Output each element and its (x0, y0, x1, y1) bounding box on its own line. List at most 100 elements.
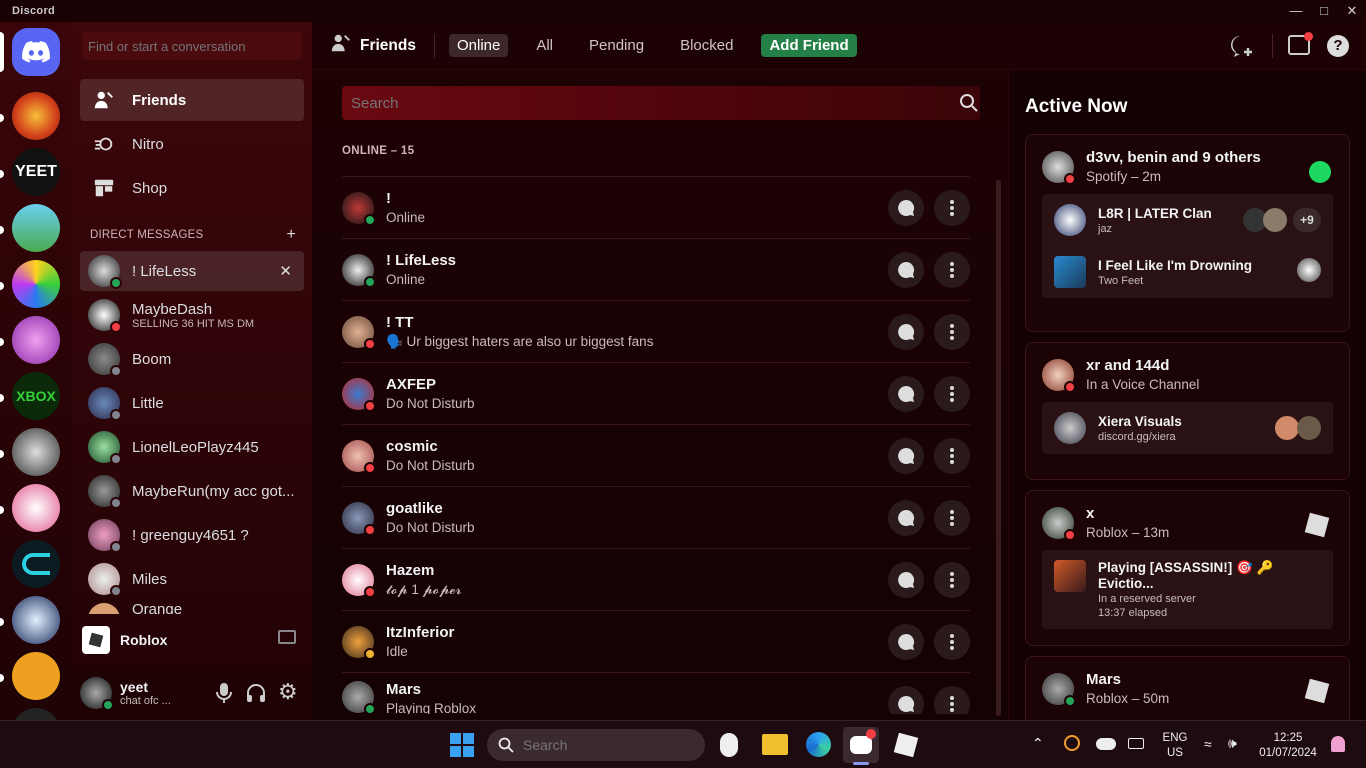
activity-card[interactable]: d3vv, benin and 9 others Spotify – 2m L8… (1025, 134, 1350, 332)
activity-row[interactable]: Xiera Visuals discord.gg/xiera (1042, 402, 1333, 454)
activity-row[interactable]: Playing [ASSASSIN!] 🎯 🔑 Evictio... In a … (1042, 550, 1333, 629)
friend-row[interactable]: ! Online (342, 176, 970, 238)
dm-item[interactable]: Miles (80, 559, 304, 599)
chevron-up-icon[interactable]: ⌃ (1032, 735, 1044, 752)
wifi-icon[interactable]: ≈ (1204, 736, 1212, 752)
friend-row[interactable]: ItzInferior Idle (342, 610, 970, 672)
scrollbar[interactable] (996, 180, 1001, 716)
message-button[interactable] (888, 686, 924, 714)
notification-bell-icon[interactable] (1331, 736, 1345, 752)
home-button[interactable] (12, 28, 60, 76)
stream-icon[interactable] (278, 630, 296, 644)
more-options-button[interactable] (934, 686, 970, 714)
activity-card[interactable]: xr and 144d In a Voice Channel Xiera Vis… (1025, 342, 1350, 480)
dm-item[interactable]: MaybeRun(my acc got... (80, 471, 304, 511)
message-button[interactable] (888, 562, 924, 598)
close-dm-icon[interactable]: ✕ (279, 262, 292, 280)
windows-start-icon[interactable] (450, 733, 474, 757)
nav-nitro[interactable]: Nitro (80, 123, 304, 165)
microphone-icon[interactable] (216, 683, 232, 708)
nav-friends[interactable]: Friends (80, 79, 304, 121)
friend-row[interactable]: AXFEP Do Not Disturb (342, 362, 970, 424)
minimize-icon[interactable]: — (1282, 2, 1310, 20)
discord-taskbar-icon[interactable] (843, 727, 879, 763)
message-button[interactable] (888, 252, 924, 288)
friend-name: Mars (386, 681, 422, 698)
tab-all[interactable]: All (528, 34, 561, 57)
dm-item[interactable]: LionelLeoPlayz445 (80, 427, 304, 467)
more-options-button[interactable] (934, 438, 970, 474)
help-icon[interactable]: ? (1327, 35, 1349, 57)
friend-row[interactable]: ! LifeLess Online (342, 238, 970, 300)
headphones-icon[interactable] (246, 683, 266, 708)
add-friend-button[interactable]: Add Friend (761, 34, 857, 57)
server-icon[interactable] (12, 596, 60, 644)
activity-card[interactable]: x Roblox – 13m Playing [ASSASSIN!] 🎯 🔑 E… (1025, 490, 1350, 646)
activity-row[interactable]: L8R | LATER Clan jaz +9 (1042, 194, 1333, 246)
cloud-icon[interactable] (1096, 738, 1116, 750)
more-options-button[interactable] (934, 314, 970, 350)
dm-item[interactable]: ! LifeLess ✕ (80, 251, 304, 291)
volume-icon[interactable]: 🕪 (1228, 735, 1237, 752)
more-options-button[interactable] (934, 500, 970, 536)
server-icon[interactable] (12, 204, 60, 252)
add-dm-icon[interactable]: + (286, 227, 296, 243)
friend-row[interactable]: ! TT 🗣️ Ur biggest haters are also ur big… (342, 300, 970, 362)
more-options-button[interactable] (934, 562, 970, 598)
find-conversation-input[interactable] (82, 32, 302, 60)
friend-row[interactable]: goatlike Do Not Disturb (342, 486, 970, 548)
keyboard-icon[interactable] (1128, 738, 1144, 749)
server-icon[interactable] (12, 260, 60, 308)
maximize-icon[interactable]: □ (1310, 2, 1338, 20)
more-options-button[interactable] (934, 624, 970, 660)
file-explorer-icon[interactable] (762, 734, 788, 755)
close-window-icon[interactable]: ✕ (1338, 2, 1366, 20)
more-options-button[interactable] (934, 376, 970, 412)
nav-shop[interactable]: Shop (80, 167, 304, 209)
server-icon[interactable] (12, 652, 60, 700)
activity-card[interactable]: Mars Roblox – 50m (1025, 656, 1350, 720)
edge-icon[interactable] (806, 732, 831, 757)
app-title: Discord (12, 5, 56, 17)
server-icon[interactable] (12, 540, 60, 588)
tab-pending[interactable]: Pending (581, 34, 652, 57)
message-button[interactable] (888, 190, 924, 226)
dm-item[interactable]: ! greenguy4651 ? (80, 515, 304, 555)
server-icon[interactable] (12, 708, 60, 720)
message-button[interactable] (888, 438, 924, 474)
sync-icon[interactable] (1064, 735, 1080, 751)
avatar (342, 253, 376, 288)
tab-blocked[interactable]: Blocked (672, 34, 741, 57)
server-icon[interactable] (12, 92, 60, 140)
settings-gear-icon[interactable]: ⚙ (278, 681, 298, 703)
activity-row[interactable]: I Feel Like I'm Drowning Two Feet (1042, 246, 1333, 298)
friends-search-input[interactable] (342, 86, 980, 120)
tab-online[interactable]: Online (448, 34, 509, 57)
dm-item[interactable]: MaybeDash SELLING 36 HIT MS DM (80, 295, 304, 335)
inbox-icon[interactable] (1288, 32, 1313, 55)
mouse-app-icon[interactable] (720, 733, 738, 757)
language-indicator[interactable]: ENG US (1158, 731, 1192, 761)
friend-row[interactable]: Hazem 𝓽𝓸𝓹 1 𝓹𝓸𝓹𝓮𝓻 (342, 548, 970, 610)
taskbar-search-input[interactable] (487, 729, 705, 761)
nav-label: Friends (132, 91, 187, 109)
roblox-taskbar-icon[interactable] (893, 732, 919, 758)
message-button[interactable] (888, 500, 924, 536)
dm-item[interactable]: Boom (80, 339, 304, 379)
more-options-button[interactable] (934, 252, 970, 288)
message-button[interactable] (888, 376, 924, 412)
friend-row[interactable]: cosmic Do Not Disturb (342, 424, 970, 486)
clock[interactable]: 12:25 01/07/2024 (1256, 731, 1320, 761)
server-icon[interactable] (12, 316, 60, 364)
friend-row[interactable]: Mars Playing Roblox (342, 672, 970, 714)
server-icon[interactable] (12, 484, 60, 532)
server-icon[interactable]: YEET (12, 148, 60, 196)
message-button[interactable] (888, 624, 924, 660)
more-options-button[interactable] (934, 190, 970, 226)
dm-item[interactable]: Little (80, 383, 304, 423)
message-button[interactable] (888, 314, 924, 350)
new-group-dm-icon[interactable] (1228, 34, 1254, 63)
avatar[interactable] (80, 677, 114, 711)
server-icon[interactable] (12, 428, 60, 476)
server-icon[interactable]: XBOX (12, 372, 60, 420)
